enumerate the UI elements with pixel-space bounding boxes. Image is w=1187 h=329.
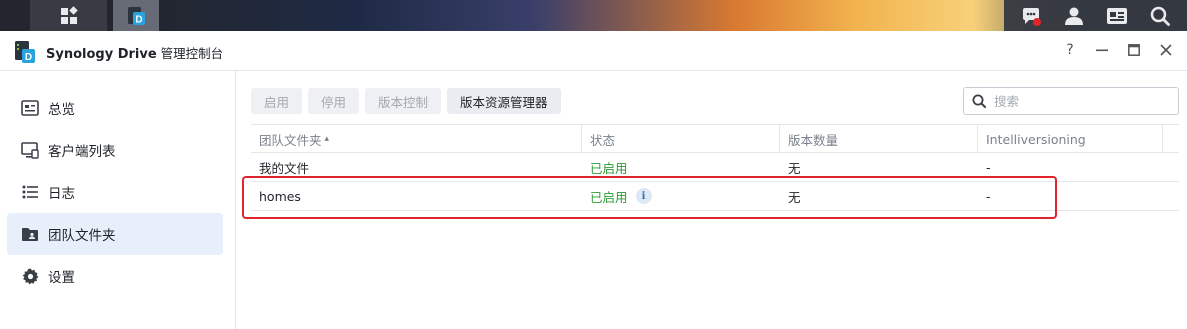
synology-drive-icon: D bbox=[128, 6, 145, 25]
sidebar-item-label: 总览 bbox=[48, 102, 75, 118]
user-icon bbox=[1065, 7, 1084, 25]
window-controls: ? bbox=[1061, 41, 1175, 59]
window-titlebar: D Synology Drive 管理控制台 ? bbox=[0, 31, 1187, 71]
version-explorer-button[interactable]: 版本资源管理器 bbox=[447, 88, 561, 114]
svg-text:D: D bbox=[25, 52, 32, 63]
team-folder-icon bbox=[21, 225, 39, 243]
sidebar-item-label: 日志 bbox=[48, 186, 75, 202]
version-control-button[interactable]: 版本控制 bbox=[365, 88, 442, 114]
minimize-button[interactable] bbox=[1093, 41, 1111, 59]
cell-status: 已启用 i bbox=[582, 182, 780, 210]
gear-icon bbox=[21, 267, 39, 285]
close-button[interactable] bbox=[1157, 41, 1175, 59]
cell-versions: 无 bbox=[788, 189, 801, 205]
close-icon bbox=[1160, 44, 1172, 56]
cell-status: 已启用 bbox=[590, 160, 628, 176]
info-icon[interactable]: i bbox=[635, 188, 652, 204]
sidebar-item-client-list[interactable]: 客户端列表 bbox=[7, 129, 223, 171]
cell-versions: 无 bbox=[788, 160, 801, 176]
overview-icon bbox=[21, 99, 39, 117]
sidebar-item-log[interactable]: 日志 bbox=[7, 171, 223, 213]
client-list-icon bbox=[21, 141, 39, 159]
column-header-team-folder[interactable]: 团队文件夹 ▴ bbox=[251, 125, 582, 153]
chat-button[interactable] bbox=[1020, 5, 1042, 27]
cell-intelliversioning: - bbox=[986, 188, 991, 204]
svg-text:D: D bbox=[135, 14, 142, 25]
column-header-versions[interactable]: 版本数量 bbox=[780, 125, 978, 153]
table-row[interactable]: 我的文件 已启用 无 - bbox=[251, 153, 1179, 182]
user-button[interactable] bbox=[1063, 5, 1085, 27]
table-header: 团队文件夹 ▴ 状态 版本数量 Intelliversioning bbox=[251, 124, 1179, 153]
maximize-icon bbox=[1128, 44, 1140, 56]
window-title: Synology Drive 管理控制台 bbox=[46, 43, 223, 62]
sidebar-item-label: 客户端列表 bbox=[48, 144, 116, 160]
maximize-button[interactable] bbox=[1125, 41, 1143, 59]
sidebar-item-label: 设置 bbox=[48, 270, 75, 286]
help-icon: ? bbox=[1066, 42, 1074, 58]
search-input[interactable] bbox=[994, 93, 1164, 109]
column-header-status[interactable]: 状态 bbox=[582, 125, 780, 153]
enable-button[interactable]: 启用 bbox=[251, 88, 303, 114]
toolbar: 启用 停用 版本控制 版本资源管理器 bbox=[251, 88, 561, 114]
sidebar-item-settings[interactable]: 设置 bbox=[7, 255, 223, 297]
column-header-label: Intelliversioning bbox=[986, 131, 1086, 147]
log-icon bbox=[21, 183, 39, 201]
sidebar: 总览 客户端列表 日志 团队文件夹 设置 bbox=[0, 71, 236, 329]
chat-icon bbox=[1023, 7, 1042, 26]
taskbar-tray bbox=[1004, 0, 1187, 31]
taskbar-synology-drive-button[interactable]: D bbox=[113, 0, 159, 31]
global-search-button[interactable] bbox=[1149, 5, 1171, 27]
cell-intelliversioning: - bbox=[986, 159, 991, 175]
cell-folder: 我的文件 bbox=[259, 160, 310, 176]
main-menu-icon bbox=[60, 5, 78, 24]
table-row[interactable]: homes 已启用 i 无 - bbox=[251, 182, 1179, 211]
status-text: 已启用 bbox=[590, 189, 628, 205]
sidebar-item-team-folder[interactable]: 团队文件夹 bbox=[7, 213, 223, 255]
taskbar: D bbox=[0, 0, 1187, 31]
column-header-spacer bbox=[1163, 125, 1179, 153]
synology-drive-app-icon: D bbox=[15, 41, 35, 63]
app-subtitle: 管理控制台 bbox=[160, 46, 224, 61]
app-name: Synology Drive bbox=[46, 47, 157, 62]
help-button[interactable]: ? bbox=[1061, 41, 1079, 59]
column-header-label: 团队文件夹 bbox=[259, 132, 322, 148]
search-icon bbox=[1150, 6, 1170, 26]
team-folder-table: 团队文件夹 ▴ 状态 版本数量 Intelliversioning 我的文件 已… bbox=[251, 124, 1179, 211]
cell-folder: homes bbox=[259, 188, 301, 204]
search-icon bbox=[972, 94, 986, 108]
widgets-icon bbox=[1106, 7, 1127, 24]
main-menu-button[interactable] bbox=[30, 0, 107, 31]
sidebar-item-overview[interactable]: 总览 bbox=[7, 87, 223, 129]
sidebar-item-label: 团队文件夹 bbox=[48, 228, 116, 244]
minimize-icon bbox=[1096, 49, 1108, 52]
search-box[interactable] bbox=[963, 87, 1179, 115]
column-header-intelliversioning[interactable]: Intelliversioning bbox=[978, 125, 1163, 153]
column-header-label: 版本数量 bbox=[788, 132, 839, 148]
column-header-label: 状态 bbox=[590, 132, 616, 148]
disable-button[interactable]: 停用 bbox=[308, 88, 360, 114]
sort-ascending-icon: ▴ bbox=[324, 134, 330, 144]
widgets-button[interactable] bbox=[1106, 5, 1128, 27]
